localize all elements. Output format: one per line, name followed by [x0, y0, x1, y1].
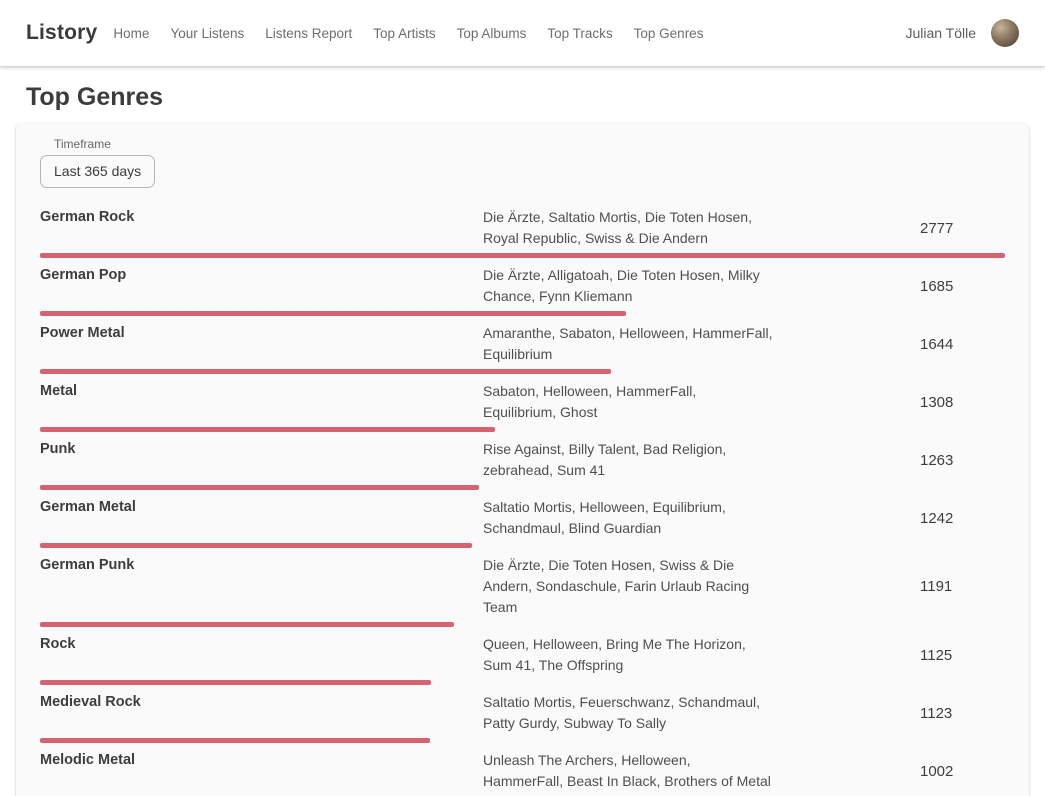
- genre-name: Metal: [40, 381, 483, 402]
- genre-count: 1263: [920, 452, 1005, 469]
- top-nav: Listory Home Your Listens Listens Report…: [0, 0, 1045, 66]
- genre-row: Punk Rise Against, Billy Talent, Bad Rel…: [40, 437, 1005, 490]
- user-name[interactable]: Julian Tölle: [905, 25, 976, 41]
- genre-artists: Sabaton, Helloween, HammerFall, Equilibr…: [483, 381, 773, 423]
- genre-artists: Rise Against, Billy Talent, Bad Religion…: [483, 439, 773, 481]
- genre-name: German Metal: [40, 497, 483, 518]
- genre-row: Metal Sabaton, Helloween, HammerFall, Eq…: [40, 379, 1005, 432]
- genre-count: 1123: [920, 705, 1005, 722]
- genre-row-main: German Rock Die Ärzte, Saltatio Mortis, …: [40, 207, 1005, 249]
- genre-row: Melodic Metal Unleash The Archers, Hello…: [40, 748, 1005, 796]
- genre-artists: Unleash The Archers, Helloween, HammerFa…: [483, 750, 773, 792]
- genre-count: 1242: [920, 510, 1005, 527]
- genre-row-main: German Pop Die Ärzte, Alligatoah, Die To…: [40, 265, 1005, 307]
- genre-row: Medieval Rock Saltatio Mortis, Feuerschw…: [40, 690, 1005, 743]
- genre-count: 1644: [920, 336, 1005, 353]
- genre-row: German Punk Die Ärzte, Die Toten Hosen, …: [40, 553, 1005, 627]
- genre-artists: Die Ärzte, Alligatoah, Die Toten Hosen, …: [483, 265, 773, 307]
- genre-artists: Saltatio Mortis, Feuerschwanz, Schandmau…: [483, 692, 773, 734]
- genre-row-main: Punk Rise Against, Billy Talent, Bad Rel…: [40, 439, 1005, 481]
- genre-name: German Rock: [40, 207, 483, 228]
- nav-item-listens-report[interactable]: Listens Report: [265, 26, 352, 41]
- nav-item-top-albums[interactable]: Top Albums: [457, 26, 527, 41]
- top-genres-panel: Timeframe Last 365 days German Rock Die …: [16, 123, 1029, 796]
- genre-name: Rock: [40, 634, 483, 655]
- nav-item-top-tracks[interactable]: Top Tracks: [547, 26, 612, 41]
- user-avatar[interactable]: [991, 19, 1019, 47]
- genre-row: German Pop Die Ärzte, Alligatoah, Die To…: [40, 263, 1005, 316]
- genre-artists: Die Ärzte, Saltatio Mortis, Die Toten Ho…: [483, 207, 773, 249]
- genre-name: Medieval Rock: [40, 692, 483, 713]
- genre-row-main: Metal Sabaton, Helloween, HammerFall, Eq…: [40, 381, 1005, 423]
- genre-row-main: Melodic Metal Unleash The Archers, Hello…: [40, 750, 1005, 792]
- genre-count: 1308: [920, 394, 1005, 411]
- genre-bar: [40, 738, 430, 743]
- genre-row: German Metal Saltatio Mortis, Helloween,…: [40, 495, 1005, 548]
- nav-item-your-listens[interactable]: Your Listens: [170, 26, 244, 41]
- user-menu[interactable]: Julian Tölle: [905, 19, 1019, 47]
- genre-artists: Amaranthe, Sabaton, Helloween, HammerFal…: [483, 323, 773, 365]
- genre-artists: Queen, Helloween, Bring Me The Horizon, …: [483, 634, 773, 676]
- genre-row-main: Rock Queen, Helloween, Bring Me The Hori…: [40, 634, 1005, 676]
- genre-row-main: German Metal Saltatio Mortis, Helloween,…: [40, 497, 1005, 539]
- genre-bar: [40, 253, 1005, 258]
- genre-name: Melodic Metal: [40, 750, 483, 771]
- nav-item-top-artists[interactable]: Top Artists: [373, 26, 435, 41]
- genre-row-main: German Punk Die Ärzte, Die Toten Hosen, …: [40, 555, 1005, 618]
- nav-item-top-genres[interactable]: Top Genres: [634, 26, 704, 41]
- nav-links: Home Your Listens Listens Report Top Art…: [113, 26, 905, 41]
- app-logo[interactable]: Listory: [26, 21, 97, 45]
- genre-bar: [40, 485, 479, 490]
- timeframe-label: Timeframe: [54, 137, 1005, 151]
- genre-count: 1002: [920, 763, 1005, 780]
- genre-artists: Die Ärzte, Die Toten Hosen, Swiss & Die …: [483, 555, 773, 618]
- genre-count: 2777: [920, 220, 1005, 237]
- genre-bar: [40, 427, 495, 432]
- genre-name: German Pop: [40, 265, 483, 286]
- genre-bar: [40, 622, 454, 627]
- genre-name: Power Metal: [40, 323, 483, 344]
- genre-bar: [40, 680, 431, 685]
- nav-item-home[interactable]: Home: [113, 26, 149, 41]
- genre-count: 1685: [920, 278, 1005, 295]
- genre-row: Power Metal Amaranthe, Sabaton, Hellowee…: [40, 321, 1005, 374]
- genre-name: Punk: [40, 439, 483, 460]
- genre-row-main: Medieval Rock Saltatio Mortis, Feuerschw…: [40, 692, 1005, 734]
- genre-row: German Rock Die Ärzte, Saltatio Mortis, …: [40, 205, 1005, 258]
- genre-count: 1191: [920, 578, 1005, 595]
- genre-count: 1125: [920, 647, 1005, 664]
- genre-row-main: Power Metal Amaranthe, Sabaton, Hellowee…: [40, 323, 1005, 365]
- genre-bar: [40, 369, 611, 374]
- genre-artists: Saltatio Mortis, Helloween, Equilibrium,…: [483, 497, 773, 539]
- genre-bar: [40, 311, 626, 316]
- genre-bar: [40, 543, 472, 548]
- page-title: Top Genres: [26, 83, 1019, 112]
- timeframe-select[interactable]: Last 365 days: [40, 155, 155, 188]
- genre-list: German Rock Die Ärzte, Saltatio Mortis, …: [40, 205, 1005, 796]
- genre-row: Rock Queen, Helloween, Bring Me The Hori…: [40, 632, 1005, 685]
- genre-name: German Punk: [40, 555, 483, 576]
